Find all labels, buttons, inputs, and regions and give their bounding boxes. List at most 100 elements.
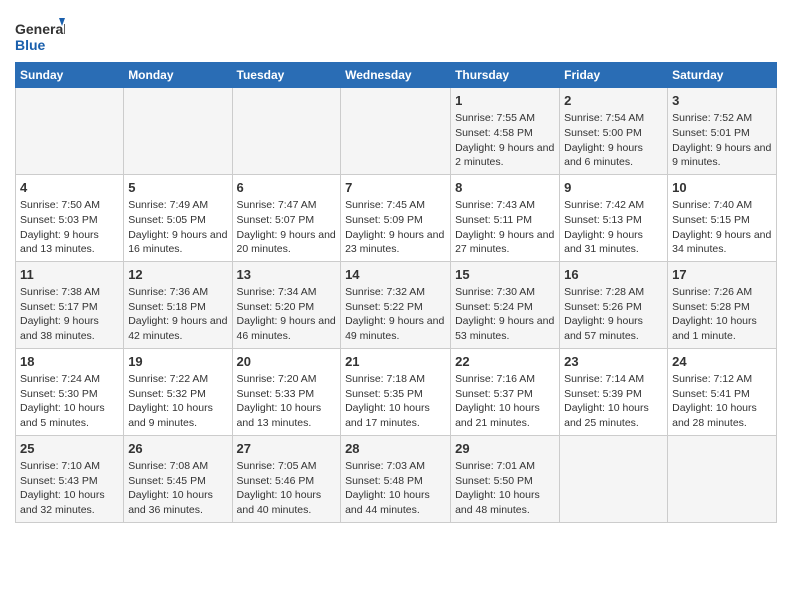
day-number: 6 <box>237 179 337 197</box>
col-header-friday: Friday <box>560 63 668 88</box>
day-cell <box>341 88 451 175</box>
day-cell: 25Sunrise: 7:10 AMSunset: 5:43 PMDayligh… <box>16 435 124 522</box>
day-cell: 9Sunrise: 7:42 AMSunset: 5:13 PMDaylight… <box>560 174 668 261</box>
day-info: Sunset: 5:50 PM <box>455 474 555 489</box>
day-info: Sunrise: 7:24 AM <box>20 372 119 387</box>
day-info: Sunrise: 7:03 AM <box>345 459 446 474</box>
day-info: Sunset: 5:35 PM <box>345 387 446 402</box>
day-info: Sunset: 5:30 PM <box>20 387 119 402</box>
day-info: Daylight: 9 hours and 46 minutes. <box>237 314 337 343</box>
day-info: Sunrise: 7:43 AM <box>455 198 555 213</box>
day-info: Sunset: 5:17 PM <box>20 300 119 315</box>
day-number: 3 <box>672 92 772 110</box>
logo-svg: General Blue <box>15 16 65 56</box>
svg-text:Blue: Blue <box>15 37 46 53</box>
day-cell: 7Sunrise: 7:45 AMSunset: 5:09 PMDaylight… <box>341 174 451 261</box>
day-cell: 8Sunrise: 7:43 AMSunset: 5:11 PMDaylight… <box>451 174 560 261</box>
day-cell: 11Sunrise: 7:38 AMSunset: 5:17 PMDayligh… <box>16 261 124 348</box>
day-info: Sunset: 5:41 PM <box>672 387 772 402</box>
col-header-thursday: Thursday <box>451 63 560 88</box>
day-info: Sunset: 5:11 PM <box>455 213 555 228</box>
col-header-sunday: Sunday <box>16 63 124 88</box>
day-cell: 1Sunrise: 7:55 AMSunset: 4:58 PMDaylight… <box>451 88 560 175</box>
day-cell: 10Sunrise: 7:40 AMSunset: 5:15 PMDayligh… <box>668 174 777 261</box>
day-cell: 14Sunrise: 7:32 AMSunset: 5:22 PMDayligh… <box>341 261 451 348</box>
day-cell: 23Sunrise: 7:14 AMSunset: 5:39 PMDayligh… <box>560 348 668 435</box>
day-info: Sunrise: 7:08 AM <box>128 459 227 474</box>
day-info: Sunrise: 7:42 AM <box>564 198 663 213</box>
day-info: Sunset: 5:09 PM <box>345 213 446 228</box>
day-info: Daylight: 10 hours and 25 minutes. <box>564 401 663 430</box>
day-number: 24 <box>672 353 772 371</box>
day-info: Daylight: 9 hours and 42 minutes. <box>128 314 227 343</box>
day-info: Sunset: 5:37 PM <box>455 387 555 402</box>
day-info: Daylight: 9 hours and 23 minutes. <box>345 228 446 257</box>
day-cell <box>124 88 232 175</box>
day-number: 16 <box>564 266 663 284</box>
day-info: Daylight: 10 hours and 28 minutes. <box>672 401 772 430</box>
day-info: Daylight: 9 hours and 34 minutes. <box>672 228 772 257</box>
day-number: 9 <box>564 179 663 197</box>
day-info: Daylight: 9 hours and 27 minutes. <box>455 228 555 257</box>
day-info: Sunset: 5:32 PM <box>128 387 227 402</box>
day-info: Sunrise: 7:50 AM <box>20 198 119 213</box>
day-number: 7 <box>345 179 446 197</box>
week-row-5: 25Sunrise: 7:10 AMSunset: 5:43 PMDayligh… <box>16 435 777 522</box>
svg-text:General: General <box>15 21 65 37</box>
day-cell: 28Sunrise: 7:03 AMSunset: 5:48 PMDayligh… <box>341 435 451 522</box>
day-info: Sunset: 5:01 PM <box>672 126 772 141</box>
day-info: Sunset: 5:28 PM <box>672 300 772 315</box>
day-info: Daylight: 9 hours and 16 minutes. <box>128 228 227 257</box>
day-number: 11 <box>20 266 119 284</box>
day-info: Sunset: 5:18 PM <box>128 300 227 315</box>
day-info: Daylight: 10 hours and 44 minutes. <box>345 488 446 517</box>
day-number: 14 <box>345 266 446 284</box>
day-info: Sunrise: 7:18 AM <box>345 372 446 387</box>
day-info: Sunset: 5:22 PM <box>345 300 446 315</box>
day-info: Daylight: 10 hours and 36 minutes. <box>128 488 227 517</box>
day-info: Sunset: 5:07 PM <box>237 213 337 228</box>
calendar-table: SundayMondayTuesdayWednesdayThursdayFrid… <box>15 62 777 523</box>
col-header-wednesday: Wednesday <box>341 63 451 88</box>
day-number: 26 <box>128 440 227 458</box>
day-number: 27 <box>237 440 337 458</box>
day-number: 10 <box>672 179 772 197</box>
day-cell <box>560 435 668 522</box>
day-info: Sunset: 5:03 PM <box>20 213 119 228</box>
day-info: Sunset: 5:46 PM <box>237 474 337 489</box>
day-cell: 5Sunrise: 7:49 AMSunset: 5:05 PMDaylight… <box>124 174 232 261</box>
day-info: Sunrise: 7:36 AM <box>128 285 227 300</box>
day-info: Sunrise: 7:40 AM <box>672 198 772 213</box>
day-cell: 20Sunrise: 7:20 AMSunset: 5:33 PMDayligh… <box>232 348 341 435</box>
day-info: Daylight: 9 hours and 13 minutes. <box>20 228 119 257</box>
day-number: 21 <box>345 353 446 371</box>
day-cell: 2Sunrise: 7:54 AMSunset: 5:00 PMDaylight… <box>560 88 668 175</box>
day-number: 23 <box>564 353 663 371</box>
day-cell: 12Sunrise: 7:36 AMSunset: 5:18 PMDayligh… <box>124 261 232 348</box>
day-cell: 16Sunrise: 7:28 AMSunset: 5:26 PMDayligh… <box>560 261 668 348</box>
day-number: 22 <box>455 353 555 371</box>
day-info: Sunrise: 7:45 AM <box>345 198 446 213</box>
day-info: Daylight: 9 hours and 6 minutes. <box>564 141 663 170</box>
day-info: Daylight: 10 hours and 48 minutes. <box>455 488 555 517</box>
day-info: Daylight: 9 hours and 9 minutes. <box>672 141 772 170</box>
day-number: 8 <box>455 179 555 197</box>
day-info: Daylight: 9 hours and 2 minutes. <box>455 141 555 170</box>
day-info: Sunrise: 7:20 AM <box>237 372 337 387</box>
day-cell: 21Sunrise: 7:18 AMSunset: 5:35 PMDayligh… <box>341 348 451 435</box>
day-info: Sunrise: 7:05 AM <box>237 459 337 474</box>
day-info: Daylight: 9 hours and 20 minutes. <box>237 228 337 257</box>
day-number: 12 <box>128 266 227 284</box>
day-info: Sunset: 5:24 PM <box>455 300 555 315</box>
day-info: Sunrise: 7:47 AM <box>237 198 337 213</box>
day-number: 5 <box>128 179 227 197</box>
week-row-3: 11Sunrise: 7:38 AMSunset: 5:17 PMDayligh… <box>16 261 777 348</box>
day-info: Daylight: 10 hours and 13 minutes. <box>237 401 337 430</box>
day-cell <box>16 88 124 175</box>
day-cell <box>232 88 341 175</box>
day-info: Sunset: 5:48 PM <box>345 474 446 489</box>
day-number: 18 <box>20 353 119 371</box>
day-info: Daylight: 10 hours and 40 minutes. <box>237 488 337 517</box>
day-number: 29 <box>455 440 555 458</box>
day-cell: 27Sunrise: 7:05 AMSunset: 5:46 PMDayligh… <box>232 435 341 522</box>
